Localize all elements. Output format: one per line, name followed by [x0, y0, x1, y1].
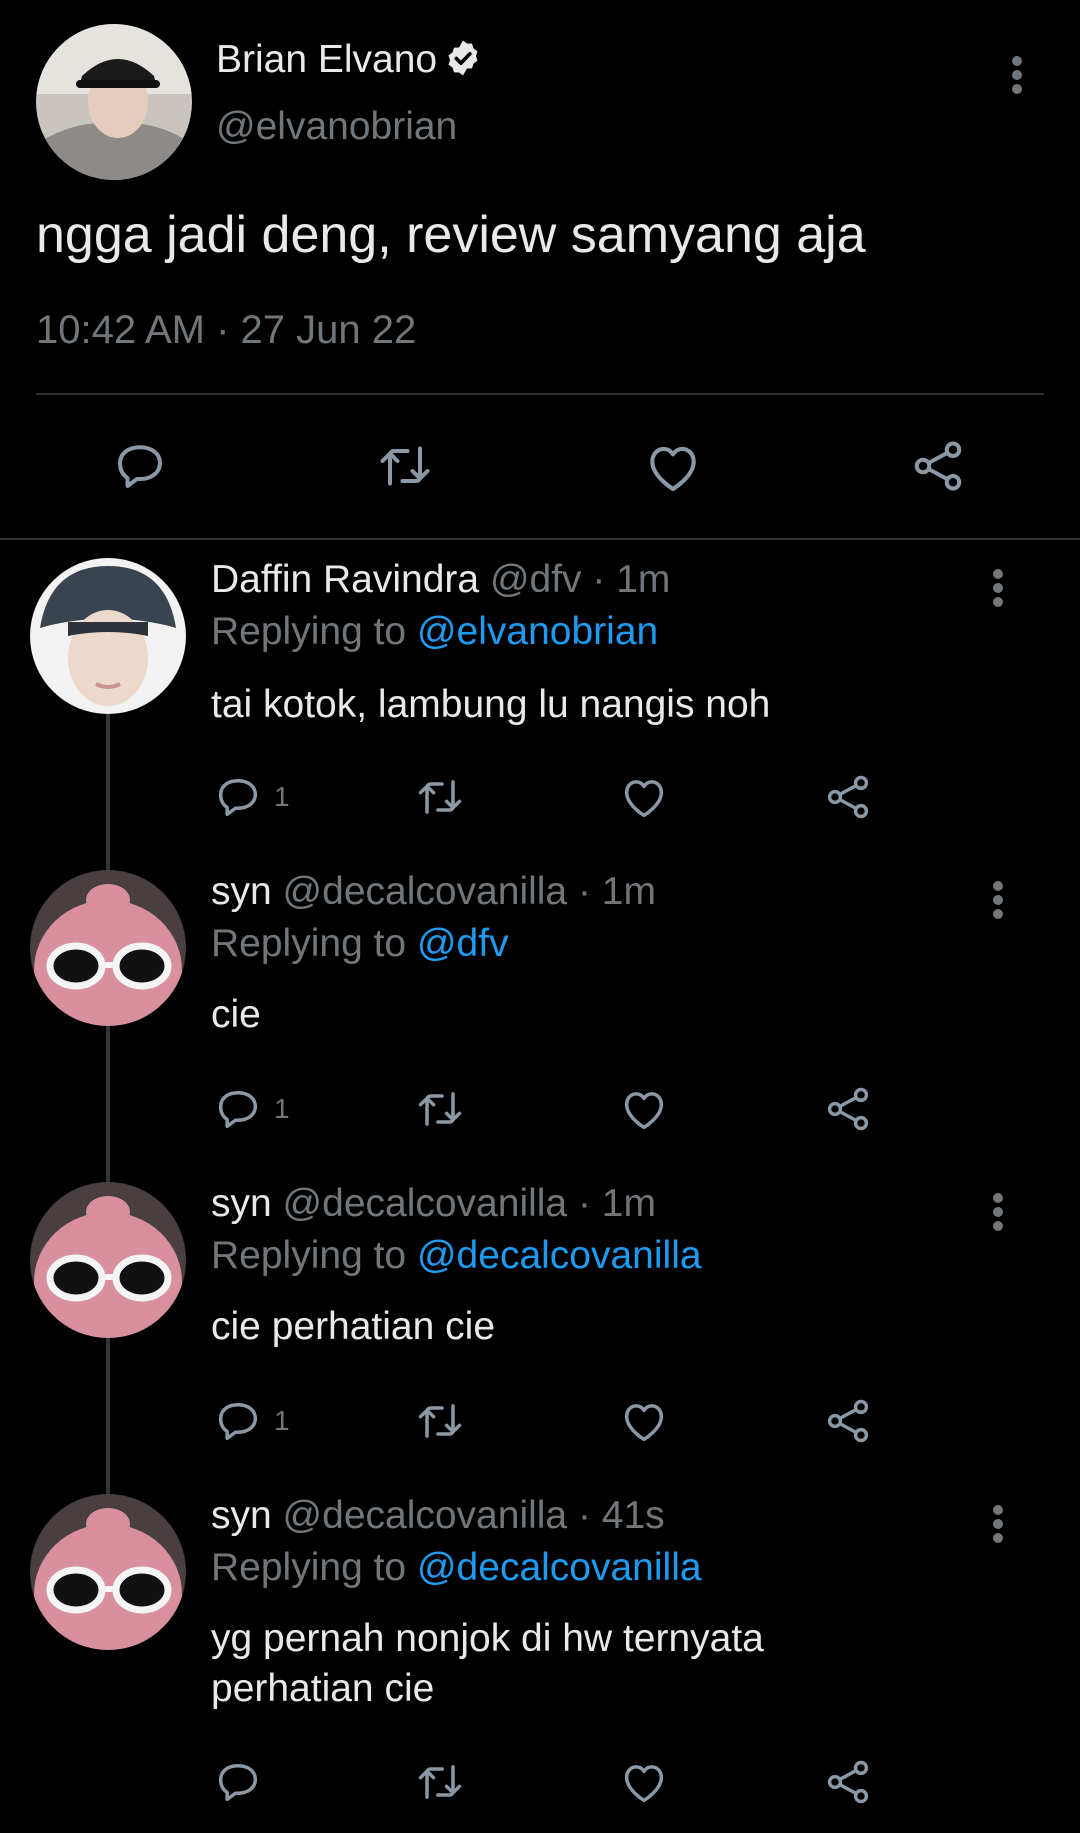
share-icon [827, 1760, 869, 1804]
tweet-text: ngga jadi deng, review samyang aja [36, 206, 866, 264]
share-button[interactable] [822, 1083, 874, 1135]
reply-time: · 1m [592, 558, 671, 601]
mention-link[interactable]: @decalcovanilla [417, 1234, 702, 1277]
more-options-button[interactable] [978, 1494, 1018, 1554]
reply-icon [218, 1403, 258, 1441]
divider [0, 538, 1080, 540]
like-button[interactable] [642, 436, 704, 498]
more-vertical-icon [993, 881, 1003, 919]
replying-to: Replying to @elvanobrian [211, 610, 659, 653]
main-tweet: Brian Elvano @elvanobrian ngga jadi deng… [0, 0, 1080, 540]
divider [36, 393, 1044, 395]
mention-link[interactable]: @decalcovanilla [417, 1546, 702, 1589]
reply-header: syn @decalcovanilla · 1m [211, 1182, 656, 1226]
reply-icon [118, 445, 162, 488]
author-handle[interactable]: @decalcovanilla [283, 1494, 568, 1537]
share-icon [827, 1399, 869, 1443]
tweet-timestamp: 10:42 AM · 27 Jun 22 [36, 308, 417, 352]
reply-button[interactable]: 1 [212, 1395, 290, 1447]
like-button[interactable] [618, 1083, 670, 1135]
avatar[interactable] [36, 24, 192, 180]
reply-tweet[interactable]: Daffin Ravindra @dfv · 1m Replying to @e… [0, 558, 1080, 858]
like-icon [650, 446, 696, 492]
retweet-icon [418, 1092, 462, 1126]
like-icon [624, 780, 664, 818]
reply-count: 1 [274, 1093, 290, 1124]
author-name[interactable]: syn [211, 1182, 272, 1225]
retweet-icon [418, 1404, 462, 1438]
reply-text: cie [211, 993, 261, 1036]
more-vertical-icon [993, 1505, 1003, 1543]
replying-to: Replying to @decalcovanilla [211, 1546, 702, 1589]
avatar[interactable] [30, 558, 186, 714]
reply-header: Daffin Ravindra @dfv · 1m [211, 558, 670, 602]
reply-count: 1 [274, 1405, 290, 1436]
more-options-button[interactable] [997, 45, 1037, 105]
like-icon [624, 1404, 664, 1442]
reply-text: cie perhatian cie [211, 1305, 496, 1348]
replying-to: Replying to @dfv [211, 922, 509, 965]
author-handle[interactable]: @decalcovanilla [283, 870, 568, 913]
reply-icon [218, 779, 258, 817]
reply-icon [218, 1091, 258, 1129]
more-options-button[interactable] [978, 1182, 1018, 1242]
mention-link[interactable]: @elvanobrian [417, 610, 658, 653]
share-icon [827, 775, 869, 819]
author-name[interactable]: Brian Elvano [216, 38, 483, 88]
reply-header: syn @decalcovanilla · 41s [211, 1494, 665, 1538]
reply-button[interactable] [110, 436, 170, 496]
author-name[interactable]: Daffin Ravindra [211, 558, 479, 601]
avatar[interactable] [30, 1494, 186, 1650]
reply-count: 1 [274, 781, 290, 812]
verified-badge-icon [443, 38, 483, 88]
reply-button[interactable]: 1 [212, 1083, 290, 1135]
author-handle[interactable]: @decalcovanilla [283, 1182, 568, 1225]
like-button[interactable] [618, 1756, 670, 1808]
author-name[interactable]: syn [211, 870, 272, 913]
retweet-button[interactable] [375, 436, 435, 496]
author-name[interactable]: syn [211, 1494, 272, 1537]
like-icon [624, 1765, 664, 1803]
author-handle[interactable]: @dfv [490, 558, 582, 601]
reply-tweet[interactable]: syn @decalcovanilla · 1m Replying to @de… [0, 1182, 1080, 1482]
share-button[interactable] [822, 1395, 874, 1447]
avatar[interactable] [30, 1182, 186, 1338]
reply-time: · 1m [577, 870, 656, 913]
retweet-button[interactable] [414, 1083, 466, 1135]
replying-to: Replying to @decalcovanilla [211, 1234, 702, 1277]
like-button[interactable] [618, 1395, 670, 1447]
share-button[interactable] [822, 771, 874, 823]
retweet-icon [380, 446, 430, 486]
reply-button[interactable] [212, 1756, 264, 1808]
more-options-button[interactable] [978, 870, 1018, 930]
retweet-button[interactable] [414, 771, 466, 823]
more-vertical-icon [1012, 56, 1022, 94]
share-button[interactable] [822, 1756, 874, 1808]
retweet-button[interactable] [414, 1756, 466, 1808]
reply-tweet[interactable]: syn @decalcovanilla · 1m Replying to @df… [0, 870, 1080, 1170]
reply-time: · 1m [577, 1182, 656, 1225]
more-vertical-icon [993, 1193, 1003, 1231]
reply-tweet[interactable]: syn @decalcovanilla · 41s Replying to @d… [0, 1494, 1080, 1833]
retweet-button[interactable] [414, 1395, 466, 1447]
like-button[interactable] [618, 771, 670, 823]
share-icon [827, 1087, 869, 1131]
mention-link[interactable]: @dfv [417, 922, 509, 965]
reply-header: syn @decalcovanilla · 1m [211, 870, 656, 914]
share-icon [914, 441, 962, 491]
author-handle[interactable]: @elvanobrian [216, 105, 457, 149]
reply-text: yg pernah nonjok di hw ternyata perhatia… [211, 1617, 764, 1710]
like-icon [624, 1092, 664, 1130]
reply-button[interactable]: 1 [212, 771, 290, 823]
more-vertical-icon [993, 569, 1003, 607]
share-button[interactable] [908, 436, 968, 496]
reply-time: · 41s [577, 1494, 665, 1537]
retweet-icon [418, 780, 462, 814]
reply-text: tai kotok, lambung lu nangis noh [211, 683, 771, 726]
retweet-icon [418, 1765, 462, 1799]
avatar[interactable] [30, 870, 186, 1026]
reply-icon [218, 1764, 258, 1802]
more-options-button[interactable] [978, 558, 1018, 618]
